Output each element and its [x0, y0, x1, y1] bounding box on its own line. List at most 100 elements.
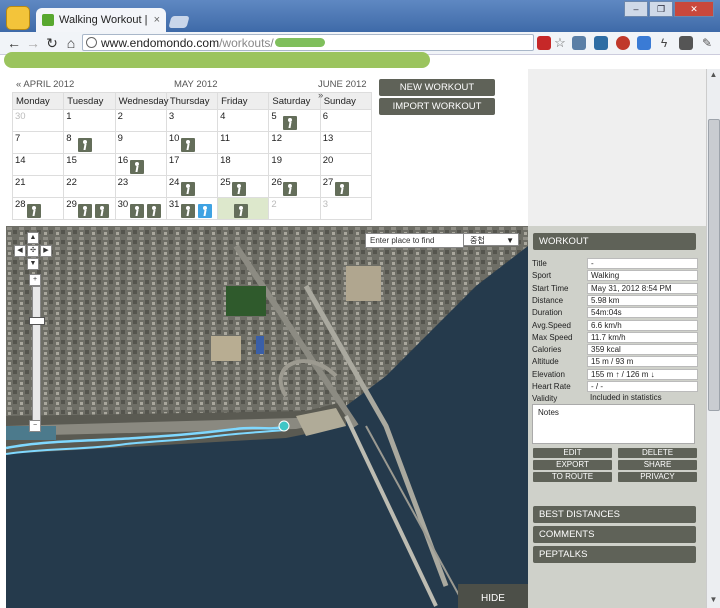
pan-up-icon[interactable]: ▲ — [27, 232, 39, 244]
calendar-day[interactable]: 21 — [11, 175, 65, 198]
walking-workout-icon[interactable] — [129, 160, 144, 174]
route-map[interactable]: ▲ ◀ ✣ ▶ ▼ + − Enter place to find 중첩 ▼ H… — [6, 226, 528, 608]
tab-close-icon[interactable]: × — [154, 14, 160, 26]
walking-workout-icon[interactable] — [180, 182, 195, 196]
walking-workout-icon[interactable] — [95, 204, 110, 218]
calendar-day[interactable]: 30 — [11, 109, 65, 132]
calendar-day[interactable]: 11 — [217, 131, 270, 154]
reload-icon[interactable]: ↻ — [44, 35, 60, 51]
walking-workout-icon[interactable] — [129, 204, 144, 218]
calendar-day[interactable]: 18 — [217, 153, 270, 176]
extension-abp-icon[interactable] — [537, 36, 551, 50]
pan-left-icon[interactable]: ◀ — [14, 245, 26, 257]
calendar-day[interactable]: 8 — [63, 131, 116, 154]
calendar-day[interactable]: 20 — [319, 153, 373, 176]
walking-workout-icon[interactable] — [78, 204, 93, 218]
walking-workout-icon[interactable] — [197, 204, 212, 218]
pan-right-icon[interactable]: ▶ — [40, 245, 52, 257]
hide-map-button[interactable]: HIDE — [458, 584, 528, 608]
calendar-day[interactable]: 10 — [165, 131, 219, 154]
calendar-day[interactable]: 4 — [217, 109, 270, 132]
forward-icon[interactable]: → — [25, 35, 41, 51]
scroll-thumb[interactable] — [708, 119, 720, 411]
calendar-day[interactable]: 24 — [165, 175, 219, 198]
calendar-day[interactable]: 16 — [114, 153, 167, 176]
maximize-button[interactable]: ❐ — [649, 1, 673, 17]
walking-workout-icon[interactable] — [283, 182, 298, 196]
calendar-day[interactable]: 28 — [11, 197, 65, 220]
calendar-day[interactable]: 9 — [114, 131, 167, 154]
comments-tab[interactable]: COMMENTS — [533, 526, 696, 543]
calendar-day[interactable]: 2 — [114, 109, 167, 132]
calendar-day[interactable]: 1 — [63, 109, 116, 132]
share-button[interactable]: SHARE — [618, 460, 697, 470]
calendar-day[interactable]: 13 — [319, 131, 373, 154]
calendar-day[interactable]: 14 — [11, 153, 65, 176]
minimize-button[interactable]: – — [624, 1, 648, 17]
scroll-down-icon[interactable]: ▼ — [707, 595, 720, 607]
walking-workout-icon[interactable] — [234, 204, 249, 218]
walking-workout-icon[interactable] — [146, 204, 161, 218]
page-scrollbar[interactable]: ▲ ▼ — [706, 69, 720, 608]
map-place-search[interactable]: Enter place to find — [365, 233, 464, 248]
to-route-button[interactable]: TO ROUTE — [533, 472, 612, 482]
walking-workout-icon[interactable] — [180, 138, 195, 152]
calendar-day[interactable]: 12 — [268, 131, 321, 154]
calendar-day[interactable]: 3 — [165, 109, 219, 132]
walking-workout-icon[interactable] — [78, 138, 93, 152]
next-month-link[interactable]: JUNE 2012 » — [318, 79, 372, 101]
zoom-in-icon[interactable]: + — [29, 274, 41, 286]
new-workout-button[interactable]: NEW WORKOUT — [379, 79, 495, 96]
calendar-day[interactable]: 31 — [165, 197, 219, 220]
home-icon[interactable]: ⌂ — [63, 35, 79, 51]
calendar-day[interactable]: 29 — [63, 197, 116, 220]
calendar-day[interactable]: 17 — [165, 153, 219, 176]
calendar-day[interactable]: 19 — [268, 153, 321, 176]
new-tab-button[interactable] — [168, 16, 190, 28]
calendar-day[interactable]: 22 — [63, 175, 116, 198]
calendar-day[interactable]: 5 — [268, 109, 321, 132]
calendar-day[interactable]: 7 — [11, 131, 65, 154]
wrench-menu-icon[interactable]: ✎ — [700, 36, 714, 50]
prev-month-link[interactable]: « APRIL 2012 — [16, 79, 74, 90]
walking-workout-icon[interactable] — [180, 204, 195, 218]
walking-workout-icon[interactable] — [27, 204, 41, 218]
address-bar[interactable]: www.endomondo.com/workouts/ — [82, 34, 534, 51]
notes-box[interactable]: Notes — [532, 404, 695, 444]
import-workout-button[interactable]: IMPORT WORKOUT — [379, 98, 495, 115]
calendar-day[interactable]: 30 — [114, 197, 167, 220]
walking-workout-icon[interactable] — [334, 182, 349, 196]
pan-down-icon[interactable]: ▼ — [27, 258, 39, 270]
calendar-day[interactable]: 2 — [268, 197, 321, 220]
browser-tab[interactable]: Walking Workout | Endom × — [36, 8, 166, 32]
map-type-select[interactable]: 중첩 ▼ — [463, 233, 519, 246]
calendar-day[interactable]: 3 — [319, 197, 373, 220]
edit-button[interactable]: EDIT — [533, 448, 612, 458]
calendar-day[interactable] — [217, 197, 270, 220]
calendar-day[interactable]: 25 — [217, 175, 270, 198]
extension-ipa-icon[interactable] — [594, 36, 608, 50]
delete-button[interactable]: DELETE — [618, 448, 697, 458]
close-window-button[interactable]: ✕ — [674, 1, 714, 17]
zoom-slider-track[interactable] — [32, 286, 41, 426]
walking-workout-icon[interactable] — [283, 116, 298, 130]
extension-icon[interactable] — [572, 36, 586, 50]
calendar-day[interactable]: 6 — [319, 109, 373, 132]
workout-header[interactable]: WORKOUT — [533, 233, 696, 250]
best-distances-tab[interactable]: BEST DISTANCES — [533, 506, 696, 523]
extension-lightning-icon[interactable]: ϟ — [657, 36, 671, 50]
bookmark-star-icon[interactable]: ☆ — [553, 36, 567, 50]
calendar-day[interactable]: 23 — [114, 175, 167, 198]
zoom-slider-handle[interactable] — [29, 317, 45, 325]
extension-stop-icon[interactable] — [616, 36, 630, 50]
privacy-button[interactable]: PRIVACY — [618, 472, 697, 482]
export-button[interactable]: EXPORT — [533, 460, 612, 470]
pan-center-icon[interactable]: ✣ — [27, 245, 39, 257]
calendar-day[interactable]: 15 — [63, 153, 116, 176]
extension-translate-icon[interactable] — [637, 36, 651, 50]
walking-workout-icon[interactable] — [232, 182, 247, 196]
extension-window-icon[interactable] — [679, 36, 693, 50]
scroll-up-icon[interactable]: ▲ — [707, 70, 720, 82]
calendar-day[interactable]: 26 — [268, 175, 321, 198]
calendar-day[interactable]: 27 — [319, 175, 373, 198]
